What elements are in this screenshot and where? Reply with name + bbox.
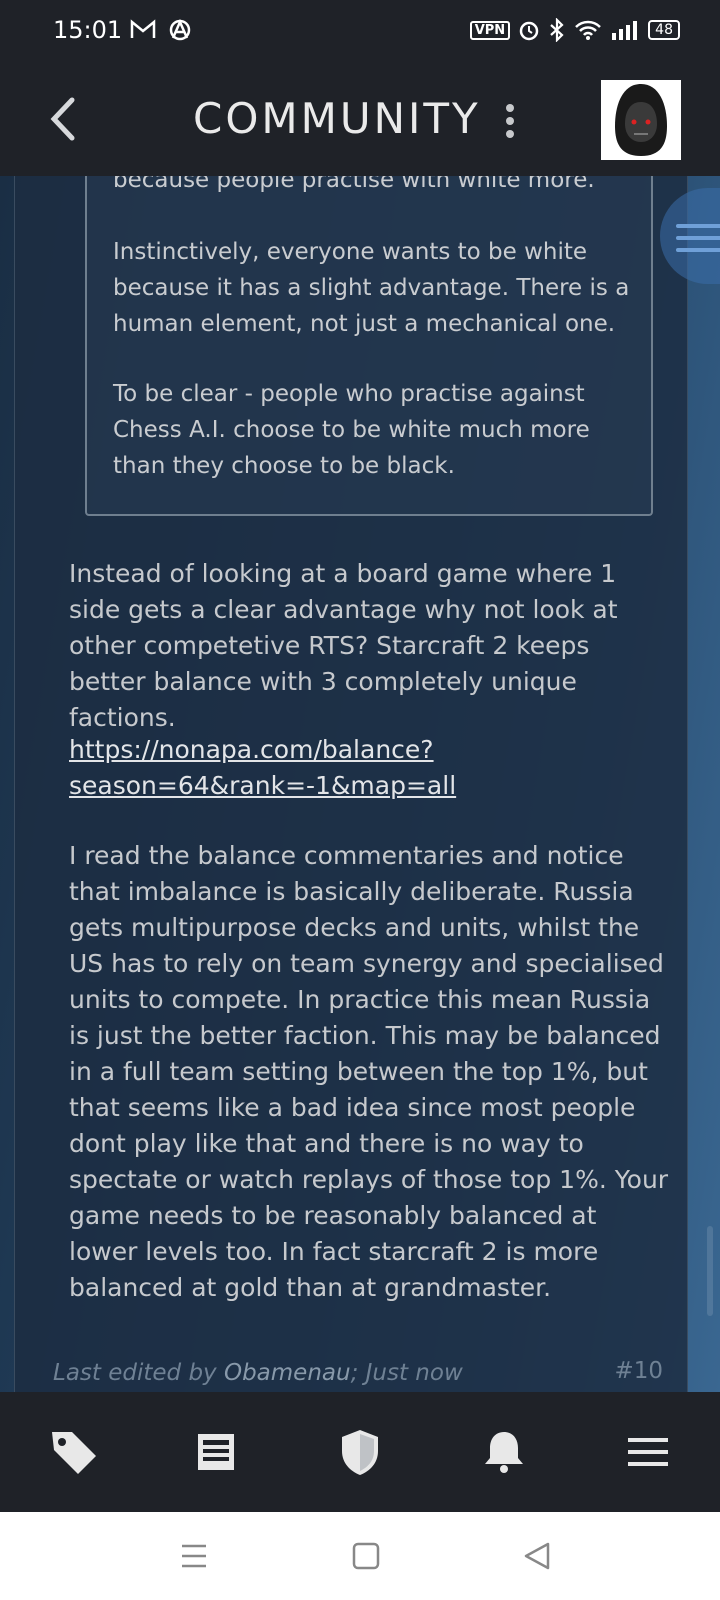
home-icon[interactable] [346, 1536, 386, 1576]
post-link[interactable]: https://nonapa.com/balance? season=64&ra… [69, 732, 669, 804]
news-icon[interactable] [186, 1422, 246, 1482]
quote-line: To be clear - people who practise agains… [113, 381, 590, 479]
link-line[interactable]: https://nonapa.com/balance? [69, 735, 434, 764]
bell-icon[interactable] [474, 1422, 534, 1482]
hooded-figure-icon [601, 80, 681, 160]
battery-icon: 48 [648, 20, 680, 40]
post-card: because people practise with white more.… [14, 176, 688, 1392]
edit-prefix: Last edited by [53, 1360, 224, 1386]
gmail-icon [130, 19, 156, 38]
post-number[interactable]: #10 [614, 1358, 663, 1384]
quote-line: because people practise with white more. [113, 176, 595, 193]
recents-icon[interactable] [174, 1536, 214, 1576]
tag-icon[interactable] [44, 1422, 104, 1482]
post-paragraph: Instead of looking at a board game where… [69, 559, 618, 732]
status-time: 15:01 [53, 16, 123, 44]
avatar[interactable] [601, 80, 681, 160]
signal-icon [612, 21, 638, 40]
edit-suffix: ; Just now [350, 1360, 463, 1386]
bottom-tab-bar [0, 1392, 720, 1512]
app-header: COMMUNITY [0, 64, 720, 176]
bluetooth-icon [550, 18, 564, 42]
status-bar: 15:01 VPN 48 [0, 0, 720, 64]
page-title: COMMUNITY [193, 94, 481, 143]
app-icon [169, 18, 191, 41]
vpn-icon: VPN [469, 20, 511, 40]
edit-author[interactable]: Obamenau [224, 1360, 351, 1386]
scrollbar[interactable] [707, 1226, 713, 1316]
edit-info: Last edited by Obamenau; Just now [53, 1360, 463, 1386]
quote-block: because people practise with white more.… [85, 176, 653, 516]
back-button[interactable] [44, 94, 84, 144]
quote-line: Instinctively, everyone wants to be whit… [113, 239, 630, 337]
menu-icon[interactable] [618, 1422, 678, 1482]
post-paragraph: I read the balance commentaries and noti… [69, 841, 669, 1302]
back-nav-icon[interactable] [518, 1536, 558, 1576]
link-line[interactable]: season=64&rank=-1&map=all [69, 771, 456, 800]
more-options-icon[interactable] [500, 99, 520, 143]
wifi-icon [575, 20, 602, 40]
alarm-icon [519, 21, 539, 41]
thread-content[interactable]: because people practise with white more.… [0, 176, 720, 1392]
system-nav-bar [0, 1512, 720, 1600]
shield-icon[interactable] [330, 1422, 390, 1482]
